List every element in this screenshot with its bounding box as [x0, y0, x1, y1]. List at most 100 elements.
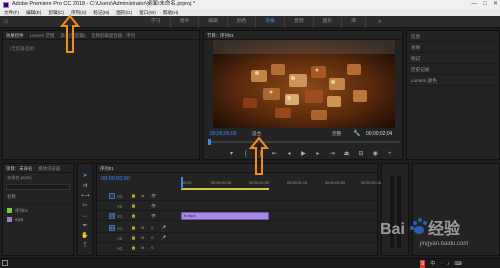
eye-icon[interactable]: 👁 — [151, 203, 156, 208]
solo-button[interactable]: S — [151, 235, 154, 240]
tab-program[interactable]: 节目：序列01 — [207, 31, 234, 39]
project-item[interactable]: 序列01 — [3, 206, 73, 215]
minimize-button[interactable]: — — [471, 0, 477, 9]
play-icon[interactable]: ▶ — [300, 151, 307, 158]
ripple-edit-tool-icon[interactable]: ⟷ — [81, 192, 90, 200]
lock-icon[interactable]: 🔒 — [131, 203, 136, 208]
panel-item-history[interactable]: 历史记录 — [407, 64, 499, 75]
workspace-tab-color[interactable]: 颜色 — [228, 16, 257, 28]
menu-file[interactable]: 文件(F) — [4, 9, 19, 16]
panel-item-lumetri-color[interactable]: Lumetri 颜色 — [407, 75, 499, 86]
panel-item-markers[interactable]: 标记 — [407, 53, 499, 64]
work-area-bar[interactable] — [181, 188, 269, 190]
lift-icon[interactable]: ⏏ — [343, 151, 350, 158]
ime-icon[interactable]: S — [420, 260, 426, 268]
marker-icon[interactable]: ▾ — [228, 151, 235, 158]
home-icon[interactable]: ⌂ — [4, 18, 12, 26]
pen-tool-icon[interactable]: ✒ — [81, 222, 89, 230]
razor-tool-icon[interactable]: ✂ — [81, 202, 89, 210]
extract-icon[interactable]: ⊟ — [358, 151, 365, 158]
go-to-out-icon[interactable]: ⇥ — [329, 151, 336, 158]
playhead-marker[interactable] — [208, 139, 211, 145]
menu-window[interactable]: 窗口(W) — [139, 9, 156, 16]
track-target-toggle[interactable] — [109, 193, 115, 199]
workspace-tab-learn[interactable]: 学习 — [142, 16, 171, 28]
workspace-tab-effects[interactable]: 效果 — [256, 16, 286, 28]
microphone-icon[interactable]: 🎤 — [161, 225, 166, 230]
panel-item-effects[interactable]: 效果 — [407, 42, 499, 53]
program-total-duration: 00;00;02;04 — [366, 131, 393, 137]
microphone-icon[interactable]: 🎤 — [161, 235, 166, 240]
baidu-logo: Bai 经验 jingyan.baidu.com — [380, 218, 468, 247]
lock-icon[interactable]: 🔒 — [131, 235, 136, 240]
tray-dot[interactable]: · — [440, 260, 442, 268]
workspace-tab-graphics[interactable]: 图形 — [314, 16, 343, 28]
mute-button[interactable]: M — [141, 235, 144, 240]
sync-icon[interactable]: ⇆ — [141, 193, 144, 198]
close-button[interactable]: ✕ — [493, 0, 498, 9]
tab-lumetri-scopes[interactable]: Lumetri 范围 — [30, 31, 55, 39]
menu-edit[interactable]: 编辑(E) — [26, 9, 41, 16]
panel-tab-icon[interactable] — [2, 260, 8, 266]
tab-sequence[interactable]: 序列01 — [100, 164, 114, 172]
solo-button[interactable]: S — [151, 245, 154, 250]
maximize-button[interactable]: □ — [483, 0, 487, 9]
window-controls: — □ ✕ — [471, 0, 498, 9]
timeline-timecode[interactable]: 00;00;00;00 — [101, 176, 130, 182]
project-item[interactable]: mp4 — [3, 215, 73, 224]
track-source-patch[interactable]: V1 — [109, 213, 115, 219]
export-frame-icon[interactable]: ◉ — [372, 151, 379, 158]
lock-icon[interactable]: 🔒 — [131, 213, 136, 218]
tab-project[interactable]: 项目：未命名 — [6, 164, 32, 172]
timeline-ruler[interactable]: 00;00 00;00;00;15 00;00;01;00 00;00;01;1… — [181, 177, 381, 190]
tab-media-browser[interactable]: 媒体浏览器 — [38, 164, 60, 172]
add-button-icon[interactable]: + — [386, 151, 393, 158]
workspace-tab-libraries[interactable]: 库 — [342, 16, 367, 28]
menu-marker[interactable]: 标记(M) — [93, 9, 109, 16]
step-back-icon[interactable]: ◂ — [286, 151, 293, 158]
workspace-tab-audio[interactable]: 音频 — [285, 16, 314, 28]
eye-icon[interactable]: 👁 — [151, 213, 156, 218]
workspace-tab-assembly[interactable]: 组件 — [171, 16, 200, 28]
step-forward-icon[interactable]: ▸ — [314, 151, 321, 158]
project-search-input[interactable] — [6, 184, 70, 190]
video-clip[interactable]: fx mp4 — [181, 212, 269, 220]
track-row-v3: V3 🔒 ⇆ 👁 — [97, 191, 377, 201]
premiere-app-icon — [3, 1, 9, 8]
lock-icon[interactable]: 🔒 — [131, 225, 136, 230]
type-tool-icon[interactable]: T — [81, 242, 89, 250]
workspace-tab-editing[interactable]: 编辑 — [199, 16, 228, 28]
tab-audio-clip-mixer[interactable]: 音频剪辑混合器：序列 — [91, 31, 135, 39]
playback-quality-select[interactable]: 完整 — [332, 131, 341, 137]
timeline-playhead[interactable] — [181, 177, 183, 189]
mute-button[interactable]: M — [141, 245, 144, 250]
settings-wrench-icon[interactable]: 🔧 — [353, 130, 360, 137]
program-scrub-bar[interactable] — [208, 139, 400, 145]
column-header-name[interactable]: 名称 — [3, 191, 73, 204]
menu-help[interactable]: 帮助(H) — [163, 9, 179, 16]
tab-effect-controls[interactable]: 效果控件 — [6, 31, 24, 39]
ime-language[interactable]: 中 — [430, 260, 435, 268]
track-select-tool-icon[interactable]: ⇉ — [81, 182, 89, 190]
eye-icon[interactable]: 👁 — [151, 193, 156, 198]
ruler-tick-label: 00;00;00;15 — [211, 181, 232, 185]
track-label: A2 — [117, 236, 123, 241]
track-source-patch[interactable]: A1 — [109, 225, 115, 231]
program-info-row: 00;00;00;00 适合 完整 🔧 00;00;02;04 — [210, 131, 400, 139]
program-current-timecode[interactable]: 00;00;00;00 — [210, 131, 236, 137]
menu-graphics[interactable]: 图形(G) — [116, 9, 132, 16]
lock-icon[interactable]: 🔒 — [131, 193, 136, 198]
track-row-a1: A1 A1 🔒 M S 🎤 — [97, 223, 377, 233]
go-to-in-icon[interactable]: ⇤ — [271, 151, 278, 158]
solo-button[interactable]: S — [151, 225, 154, 230]
selection-tool-icon[interactable]: ➤ — [81, 172, 89, 180]
project-panel-tabs: 项目：未命名 媒体浏览器 — [3, 164, 73, 173]
volume-icon[interactable]: ♪ — [447, 260, 450, 268]
workspace-more-button[interactable]: » — [378, 16, 381, 28]
lock-icon[interactable]: 🔒 — [131, 245, 136, 250]
panel-item-info[interactable]: 信息 — [407, 31, 499, 42]
slip-tool-icon[interactable]: ↔ — [81, 212, 89, 220]
mute-button[interactable]: M — [141, 225, 144, 230]
hand-tool-icon[interactable]: ✋ — [81, 232, 89, 240]
keyboard-icon[interactable]: ⌨ — [455, 260, 462, 268]
